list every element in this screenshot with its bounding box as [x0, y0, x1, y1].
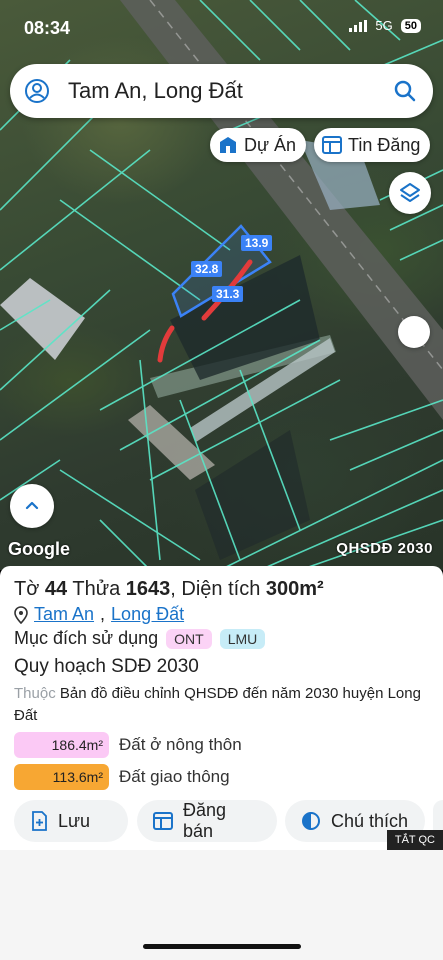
area-row: 186.4m² Đất ở nông thôn [14, 732, 242, 758]
tag-lmu: LMU [219, 628, 266, 649]
location-link-district[interactable]: Long Đất [111, 604, 184, 625]
location-pin-icon [14, 605, 28, 624]
tag-ont: ONT [166, 628, 212, 649]
sheet-number: 44 [44, 578, 68, 600]
close-ad-button[interactable]: TẮT QC [386, 830, 443, 850]
battery-icon: 50 [400, 18, 421, 33]
dimension-label: 31.3 [212, 286, 244, 302]
google-logo: Google [8, 539, 70, 559]
network-type: 5G [375, 18, 393, 33]
plan-text: Bản đồ điều chỉnh QHSDĐ đến năm 2030 huy… [14, 685, 421, 724]
plan-title: Quy hoạch SDĐ 2030 [14, 656, 199, 677]
area-badge-transport: 113.6m² [14, 764, 109, 790]
post-sale-label: Đăng bán [182, 800, 227, 841]
location-row: Tam An , Long Đất [14, 604, 184, 625]
home-indicator[interactable] [143, 944, 301, 949]
plan-description: Thuộc Bản đồ điều chỉnh QHSDĐ đến năm 20… [14, 683, 434, 727]
status-time: 08:34 [24, 18, 71, 38]
dimension-label: 32.8 [191, 261, 223, 277]
status-icons: 5G 50 [349, 18, 421, 33]
parcel-number: 1643 [125, 578, 171, 600]
building-icon [220, 137, 236, 153]
expand-up-button[interactable] [10, 484, 54, 528]
plan-prefix: Thuộc [14, 685, 56, 702]
area-row: 113.6m² Đất giao thông [14, 764, 230, 790]
tin-dang-label: Tin Đăng [348, 134, 421, 155]
sheet-label: Tờ [14, 578, 40, 600]
search-icon[interactable] [393, 79, 417, 103]
area-label-residential: Đất ở nông thôn [119, 735, 242, 754]
layers-button[interactable] [389, 172, 431, 214]
signal-icon [349, 19, 368, 32]
map-view[interactable]: 13.9 32.8 31.3 08:34 5G 50 Tam An, Long … [0, 0, 443, 570]
du-an-chip[interactable]: Dự Án [210, 128, 307, 162]
search-bar[interactable]: Tam An, Long Đất [10, 64, 433, 118]
save-button[interactable]: Lưu [14, 800, 128, 842]
listing-icon [322, 136, 342, 154]
du-an-label: Dự Án [244, 134, 297, 155]
chevron-up-icon [25, 501, 39, 510]
add-bookmark-icon [32, 811, 47, 831]
area-badge-residential: 186.4m² [14, 732, 109, 758]
map-layer-badge: QHSDĐ 2030 [336, 540, 433, 557]
layers-icon [400, 183, 420, 202]
save-label: Lưu [58, 810, 91, 831]
account-icon[interactable] [24, 78, 50, 104]
location-link-ward[interactable]: Tam An [34, 604, 94, 625]
area-label-transport: Đất giao thông [119, 767, 230, 786]
area-label: , Diện tích [170, 578, 261, 600]
legend-label: Chú thích [331, 810, 409, 831]
map-toggle-button[interactable] [398, 316, 430, 348]
parcel-label: Thửa [72, 578, 121, 600]
lot-title: Tờ 44 Thửa 1643, Diện tích 300m² [14, 578, 324, 601]
land-use-purpose: Mục đích sử dụng ONT LMU [14, 628, 266, 649]
location-separator: , [100, 604, 106, 624]
area-value: 300m² [265, 578, 324, 600]
tin-dang-chip[interactable]: Tin Đăng [314, 128, 431, 162]
purpose-label: Mục đích sử dụng [14, 628, 159, 648]
parcel-info-panel: Tờ 44 Thửa 1643, Diện tích 300m² Tam An … [0, 566, 443, 960]
dimension-label: 13.9 [241, 235, 273, 251]
search-input[interactable]: Tam An, Long Đất [68, 78, 393, 104]
listing-icon [153, 812, 173, 830]
status-bar: 08:34 5G 50 [0, 0, 443, 56]
post-sale-button[interactable]: Đăng bán [137, 800, 277, 842]
contrast-icon [302, 812, 320, 830]
